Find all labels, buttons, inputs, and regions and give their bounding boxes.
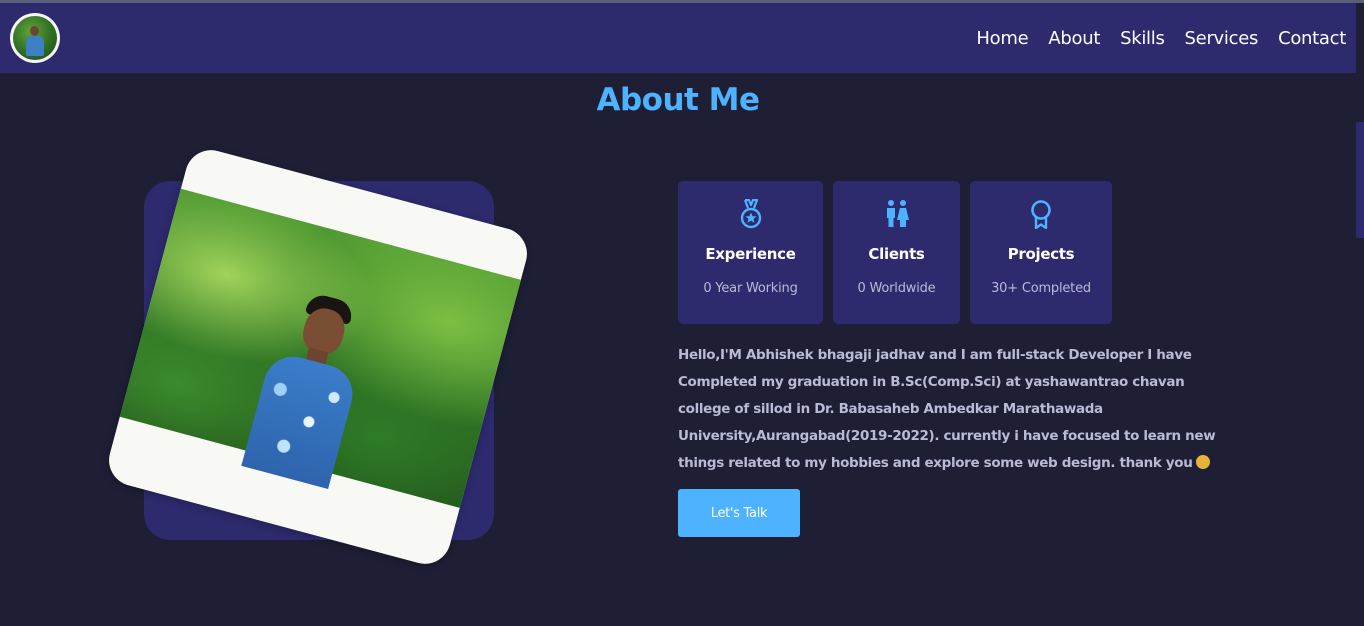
smiley-emoji-icon [1195,455,1210,469]
profile-photo [110,186,533,513]
nav-link-skills[interactable]: Skills [1120,28,1165,49]
section-title: About Me [596,82,760,118]
nav-link-about[interactable]: About [1048,28,1100,49]
scrollbar-thumb[interactable] [1356,122,1364,238]
stat-card-clients: Clients 0 Worldwide [833,181,960,324]
avatar[interactable] [10,13,60,63]
stat-subtitle: 30+ Completed [991,281,1091,296]
navbar: Home About Skills Services Contact [0,3,1356,73]
stat-subtitle: 0 Year Working [703,281,798,296]
stat-title: Experience [705,245,796,263]
stat-card-projects: Projects 30+ Completed [970,181,1112,324]
about-description: Hello,I'M Abhishek bhagaji jadhav and I … [678,347,1216,471]
lets-talk-button[interactable]: Let's Talk [678,489,800,537]
stat-subtitle: 0 Worldwide [857,281,936,296]
nav-link-services[interactable]: Services [1185,28,1259,49]
stat-title: Projects [1007,245,1075,263]
nav-links: Home About Skills Services Contact [976,3,1346,73]
nav-link-home[interactable]: Home [976,28,1028,49]
stat-card-experience: Experience 0 Year Working [678,181,823,324]
stats-row: Experience 0 Year Working Clients 0 Worl… [678,181,1112,324]
stat-title: Clients [868,245,925,263]
nav-link-contact[interactable]: Contact [1278,28,1346,49]
award-ribbon-icon [1031,200,1051,229]
scrollbar-track[interactable] [1356,3,1364,626]
medal-icon [740,199,761,229]
people-icon [886,200,909,227]
